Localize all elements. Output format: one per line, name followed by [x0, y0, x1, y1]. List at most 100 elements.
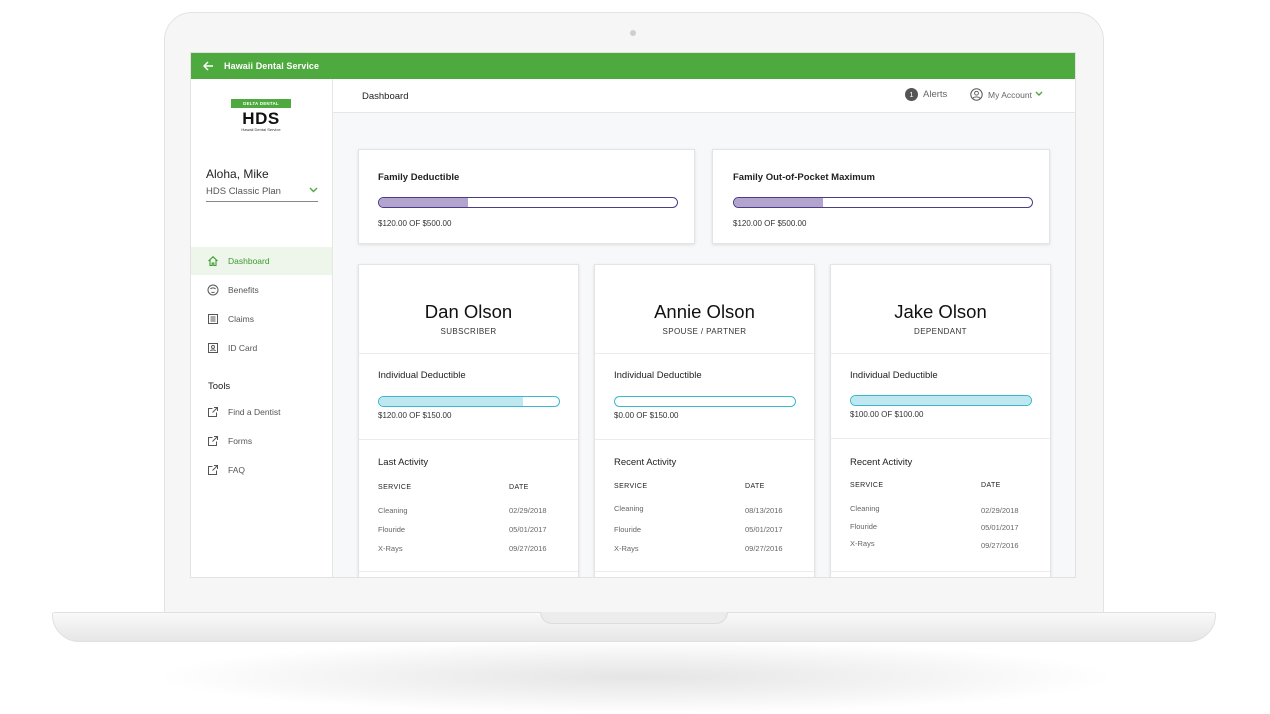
- column-header-service: SERVICE: [378, 484, 412, 491]
- laptop-shadow: [150, 640, 1120, 714]
- external-link-icon: [206, 406, 219, 419]
- alerts-label: Alerts: [923, 89, 948, 100]
- my-account-label: My Account: [988, 89, 1032, 100]
- activity-service: Flouride: [378, 525, 406, 534]
- activity-title: Recent Activity: [850, 457, 913, 468]
- progress-fill: [379, 198, 469, 207]
- family-deductible-card: Family Deductible $120.00 OF $500.00: [358, 149, 695, 244]
- family-out-of-pocket-card: Family Out-of-Pocket Maximum $120.00 OF …: [712, 149, 1050, 244]
- chevron-down-icon: [309, 185, 318, 195]
- hds-logo-text: HDS: [242, 109, 280, 128]
- deductible-title: Individual Deductible: [378, 370, 466, 381]
- back-arrow-icon[interactable]: [202, 60, 214, 73]
- progress-bar: [850, 395, 1032, 406]
- progress-label: $100.00 OF $100.00: [850, 410, 924, 419]
- progress-fill: [734, 198, 824, 207]
- activity-date: 05/01/2017: [509, 525, 547, 534]
- activity-service: X-Rays: [378, 544, 403, 553]
- activity-date: 02/29/2018: [981, 506, 1019, 515]
- divider: [595, 353, 814, 354]
- column-header-date: DATE: [509, 484, 529, 491]
- deductible-title: Individual Deductible: [850, 370, 938, 381]
- member-card-jake-olson: Jake Olson DEPENDANT Individual Deductib…: [830, 264, 1051, 577]
- id-card-icon: [206, 342, 219, 355]
- progress-fill: [851, 396, 1031, 405]
- activity-service: Cleaning: [378, 506, 408, 515]
- activity-service: Cleaning: [850, 504, 880, 513]
- sidebar-item-forms[interactable]: Forms: [191, 427, 332, 455]
- column-header-date: DATE: [981, 482, 1001, 489]
- alerts-count-badge: 1: [905, 88, 918, 101]
- app-screen: Hawaii Dental Service DELTA DENTAL HDS H…: [190, 52, 1076, 578]
- tools-section-label: Tools: [208, 381, 231, 392]
- sidebar-item-id-card[interactable]: ID Card: [191, 334, 332, 362]
- app-title: Hawaii Dental Service: [224, 61, 320, 71]
- page-title: Dashboard: [362, 91, 409, 102]
- sidebar-item-claims[interactable]: Claims: [191, 305, 332, 333]
- activity-date: 05/01/2017: [981, 523, 1019, 532]
- progress-bar: [733, 197, 1033, 208]
- delta-dental-logo-text: DELTA DENTAL: [231, 99, 291, 108]
- deductible-title: Individual Deductible: [614, 370, 702, 381]
- activity-service: X-Rays: [614, 544, 639, 553]
- activity-date: 05/01/2017: [745, 525, 783, 534]
- progress-label: $120.00 OF $500.00: [378, 219, 452, 228]
- divider: [595, 439, 814, 440]
- sidebar: DELTA DENTAL HDS Hawaii Dental Service A…: [191, 79, 333, 577]
- main-header: Dashboard 1 Alerts My Account: [333, 79, 1075, 113]
- sidebar-item-label: Claims: [228, 314, 254, 324]
- divider: [359, 353, 578, 354]
- progress-bar: [378, 197, 678, 208]
- activity-date: 09/27/2016: [981, 541, 1019, 550]
- card-title: Family Deductible: [378, 172, 460, 183]
- member-card-dan-olson: Dan Olson SUBSCRIBER Individual Deductib…: [358, 264, 579, 577]
- member-name: Dan Olson: [424, 301, 513, 322]
- activity-service: Cleaning: [614, 504, 644, 513]
- progress-label: $120.00 OF $150.00: [378, 411, 452, 420]
- alerts-button[interactable]: 1 Alerts: [905, 88, 947, 101]
- hds-logo-subtext: Hawaii Dental Service: [241, 127, 281, 132]
- sidebar-item-dashboard[interactable]: Dashboard: [191, 247, 332, 275]
- sidebar-item-label: FAQ: [228, 465, 246, 475]
- column-header-service: SERVICE: [850, 482, 884, 489]
- sidebar-item-label: Dashboard: [228, 256, 270, 266]
- activity-service: Flouride: [614, 525, 642, 534]
- sidebar-item-label: Forms: [228, 436, 253, 446]
- chevron-down-icon: [1035, 90, 1043, 99]
- activity-date: 08/13/2016: [745, 506, 783, 515]
- sidebar-item-label: ID Card: [228, 343, 258, 353]
- list-icon: [206, 313, 219, 326]
- camera-dot: [630, 30, 636, 36]
- tooth-icon: [206, 284, 219, 297]
- sidebar-item-label: Benefits: [228, 285, 259, 295]
- sidebar-item-faq[interactable]: FAQ: [191, 456, 332, 484]
- activity-service: Flouride: [850, 522, 878, 531]
- divider: [831, 353, 1050, 354]
- divider: [595, 571, 814, 572]
- activity-title: Last Activity: [378, 457, 429, 468]
- progress-fill: [379, 397, 523, 406]
- my-account-menu[interactable]: My Account: [970, 88, 1043, 101]
- divider: [831, 438, 1050, 439]
- activity-title: Recent Activity: [614, 457, 677, 468]
- user-circle-icon: [970, 88, 983, 101]
- plan-select-value: HDS Classic Plan: [206, 186, 281, 197]
- member-name: Jake Olson: [894, 301, 987, 322]
- progress-label: $0.00 OF $150.00: [614, 411, 679, 420]
- sidebar-item-find-a-dentist[interactable]: Find a Dentist: [191, 398, 332, 426]
- plan-select[interactable]: HDS Classic Plan: [206, 186, 318, 202]
- member-name: Annie Olson: [654, 301, 755, 322]
- home-icon: [206, 255, 219, 268]
- progress-bar: [614, 396, 796, 407]
- progress-label: $120.00 OF $500.00: [733, 219, 807, 228]
- activity-date: 09/27/2016: [509, 544, 547, 553]
- activity-service: X-Rays: [850, 539, 875, 548]
- sidebar-item-benefits[interactable]: Benefits: [191, 276, 332, 304]
- activity-date: 02/29/2018: [509, 506, 547, 515]
- column-header-date: DATE: [745, 483, 765, 490]
- divider: [359, 571, 578, 572]
- sidebar-item-label: Find a Dentist: [228, 407, 281, 417]
- member-role: SPOUSE / PARTNER: [662, 327, 747, 336]
- hds-logo[interactable]: DELTA DENTAL HDS Hawaii Dental Service: [231, 99, 291, 132]
- activity-date: 09/27/2016: [745, 544, 783, 553]
